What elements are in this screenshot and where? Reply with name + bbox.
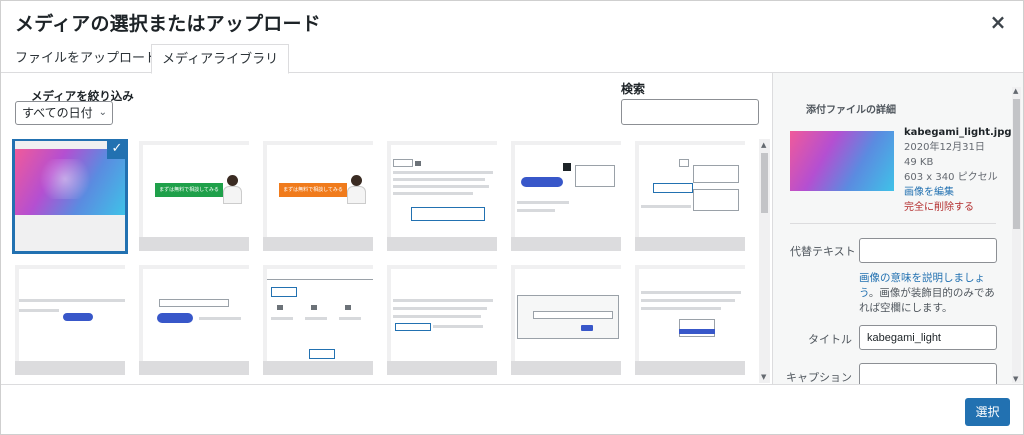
scroll-down-icon[interactable]: ▼: [1013, 375, 1018, 383]
tab-bar: ファイルをアップロード メディアライブラリ: [1, 44, 1023, 74]
title-label: タイトル: [808, 333, 852, 346]
thumbnail-image: [639, 269, 745, 361]
scroll-thumb[interactable]: [1013, 99, 1020, 229]
attachment-dimensions: 603 x 340 ピクセル: [904, 172, 998, 183]
divider: [790, 223, 996, 224]
media-item[interactable]: [635, 141, 745, 251]
attachment-details-title: 添付ファイルの詳細: [806, 105, 896, 116]
attachment-thumbnail: [790, 131, 894, 191]
media-modal: メディアの選択またはアップロード × ファイルをアップロード メディアライブラリ…: [0, 0, 1024, 435]
tab-media-library[interactable]: メディアライブラリ: [151, 44, 290, 74]
attachment-details-sidebar: 添付ファイルの詳細 kabegami_light.jpg 2020年12月31日…: [772, 73, 1023, 385]
cta-banner-text: まずは無料で相談してみる: [155, 183, 223, 197]
edit-image-link[interactable]: 画像を編集: [904, 185, 1016, 200]
thumbnail-image: [267, 269, 373, 361]
attachment-meta: kabegami_light.jpg 2020年12月31日 49 KB 603…: [904, 125, 1016, 215]
media-item[interactable]: [263, 265, 373, 375]
media-item[interactable]: まずは無料で相談してみる: [263, 141, 373, 251]
person-image: [345, 175, 367, 205]
scroll-down-icon[interactable]: ▼: [761, 373, 766, 381]
title-input[interactable]: [859, 325, 997, 350]
attachment-size: 49 KB: [904, 157, 934, 168]
thumbnail-image: まずは無料で相談してみる: [143, 145, 249, 237]
media-item[interactable]: まずは無料で相談してみる: [139, 141, 249, 251]
search-input[interactable]: [621, 99, 759, 125]
chevron-down-icon: ⌄: [98, 107, 107, 118]
media-item[interactable]: [511, 265, 621, 375]
date-filter-value: すべての日付: [22, 106, 93, 120]
media-grid: ✓ まずは無料で相談してみる まずは無料で相談してみる: [11, 139, 756, 383]
thumbnail-image: [515, 269, 621, 361]
alt-text-label: 代替テキスト: [790, 245, 856, 258]
date-filter-select[interactable]: すべての日付 ⌄: [15, 101, 113, 125]
delete-permanently-link[interactable]: 完全に削除する: [904, 200, 1016, 215]
thumbnail-image: [391, 269, 497, 361]
media-toolbar: メディアを絞り込み すべての日付 ⌄ 検索: [1, 73, 771, 133]
media-item[interactable]: [15, 265, 125, 375]
cta-banner-text: まずは無料で相談してみる: [279, 183, 347, 197]
scroll-up-icon[interactable]: ▲: [761, 141, 766, 149]
attachment-filename: kabegami_light.jpg: [904, 127, 1012, 138]
thumbnail-image: [391, 145, 497, 237]
caption-label: キャプション: [786, 371, 852, 384]
media-item[interactable]: [139, 265, 249, 375]
close-icon[interactable]: ×: [987, 11, 1009, 33]
thumbnail-image: [515, 145, 621, 237]
alt-text-help-text: 。画像が装飾目的のみであれば空欄にします。: [859, 287, 995, 314]
media-item[interactable]: [635, 265, 745, 375]
search-label: 検索: [621, 82, 646, 96]
thumbnail-image: [19, 269, 125, 361]
alt-text-input[interactable]: [859, 238, 997, 263]
scroll-thumb[interactable]: [761, 153, 768, 213]
alt-text-help: 画像の意味を説明しましょう。画像が装飾目的のみであれば空欄にします。: [859, 271, 999, 316]
person-image: [221, 175, 243, 205]
thumbnail-image: [143, 269, 249, 361]
grid-scrollbar[interactable]: ▲ ▼: [759, 139, 770, 383]
media-item[interactable]: [387, 141, 497, 251]
modal-footer: 選択: [1, 384, 1023, 434]
thumbnail-image: まずは無料で相談してみる: [267, 145, 373, 237]
caption-textarea[interactable]: [859, 363, 997, 385]
thumbnail-image: [639, 145, 745, 237]
media-item-kabegami-light[interactable]: ✓: [12, 139, 128, 254]
scroll-up-icon[interactable]: ▲: [1013, 87, 1018, 95]
tab-upload-files[interactable]: ファイルをアップロード: [5, 44, 168, 73]
media-item[interactable]: [387, 265, 497, 375]
select-button[interactable]: 選択: [965, 398, 1010, 426]
attachment-date: 2020年12月31日: [904, 142, 985, 153]
checkmark-icon[interactable]: ✓: [107, 141, 125, 159]
media-item[interactable]: [511, 141, 621, 251]
modal-header: メディアの選択またはアップロード ×: [1, 1, 1023, 45]
sidebar-scrollbar[interactable]: ▲ ▼: [1012, 87, 1021, 383]
modal-title: メディアの選択またはアップロード: [15, 13, 321, 35]
